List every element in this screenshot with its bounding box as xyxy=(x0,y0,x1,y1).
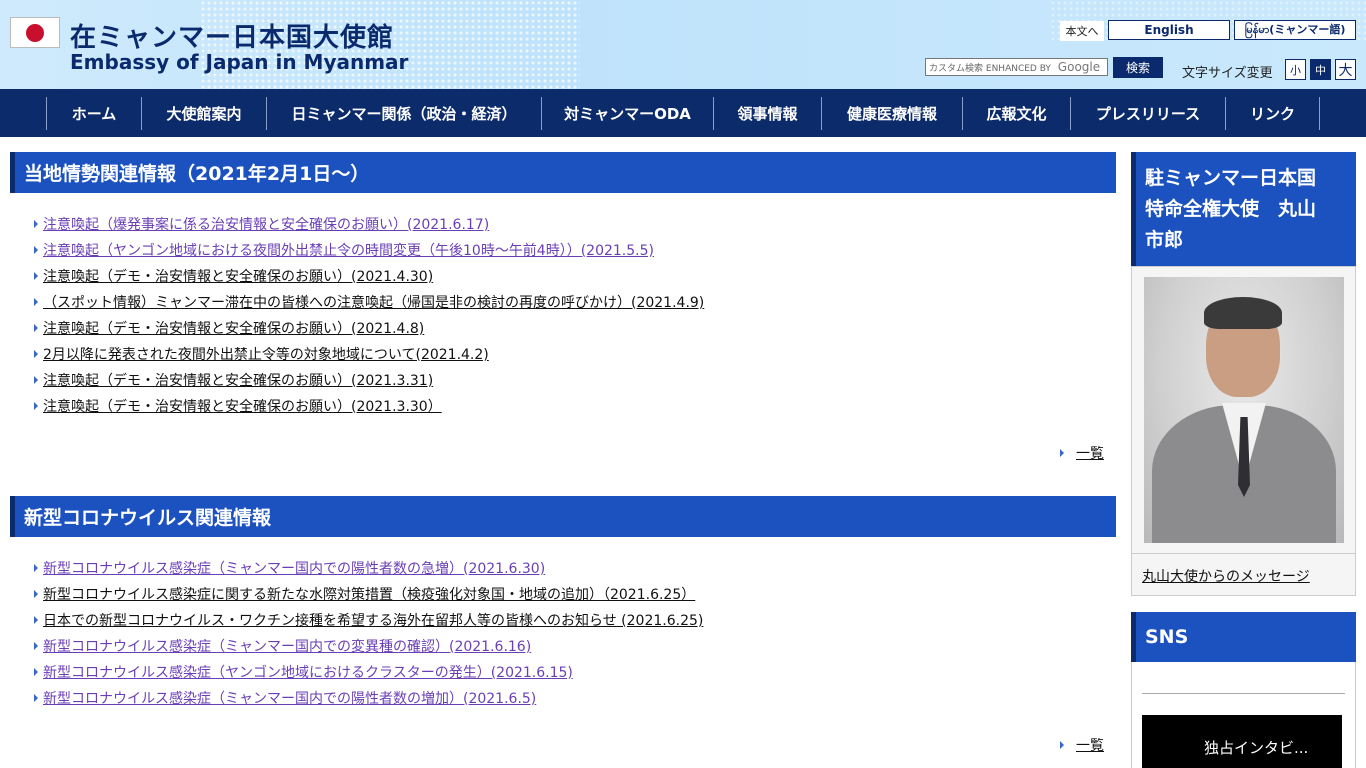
arrow-icon xyxy=(34,590,38,598)
news-link[interactable]: 注意喚起（ヤンゴン地域における夜間外出禁止令の時間変更（午後10時～午前4時））… xyxy=(43,240,654,260)
news-link[interactable]: 新型コロナウイルス感染症（ミャンマー国内での変異種の確認）(2021.6.16) xyxy=(43,636,531,656)
covid-more: 一覧 xyxy=(1060,735,1104,755)
list-item: 日本での新型コロナウイルス・ワクチン接種を希望する海外在留邦人等の皆様へのお知ら… xyxy=(34,607,703,633)
skip-to-content-link[interactable]: 本文へ xyxy=(1060,21,1104,41)
arrow-icon xyxy=(1060,449,1064,457)
news-link[interactable]: 注意喚起（爆発事案に係る治安情報と安全確保のお願い）(2021.6.17) xyxy=(43,214,489,234)
japan-flag-icon[interactable] xyxy=(10,17,60,48)
arrow-icon xyxy=(34,402,38,410)
myanmar-language-button[interactable]: မြန်မာ(ミャンマー語) xyxy=(1234,20,1356,40)
list-item: 新型コロナウイルス感染症（ミャンマー国内での変異種の確認）(2021.6.16) xyxy=(34,633,703,659)
arrow-icon xyxy=(34,616,38,624)
news-link[interactable]: （スポット情報）ミャンマー滞在中の皆様への注意喚起（帰国是非の検討の再度の呼びか… xyxy=(43,292,704,312)
arrow-icon xyxy=(1060,741,1064,749)
english-button[interactable]: English xyxy=(1108,20,1230,40)
news-link[interactable]: 新型コロナウイルス感染症（ミャンマー国内での陽性者数の増加）(2021.6.5) xyxy=(43,688,536,708)
arrow-icon xyxy=(34,298,38,306)
nav-oda[interactable]: 対ミャンマーODA xyxy=(541,97,713,130)
search-button[interactable]: 検索 xyxy=(1113,57,1163,78)
news-link[interactable]: 注意喚起（デモ・治安情報と安全確保のお願い）(2021.4.8) xyxy=(43,318,424,338)
nav-public-culture[interactable]: 広報文化 xyxy=(962,97,1070,130)
ambassador-heading: 駐ミャンマー日本国 特命全権大使 丸山 市郎 xyxy=(1131,152,1356,266)
news-link[interactable]: 注意喚起（デモ・治安情報と安全確保のお願い）(2021.4.30) xyxy=(43,266,433,286)
list-item: 新型コロナウイルス感染症（ヤンゴン地域におけるクラスターの発生）(2021.6.… xyxy=(34,659,703,685)
local-situation-list: 注意喚起（爆発事案に係る治安情報と安全確保のお願い）(2021.6.17) 注意… xyxy=(34,211,704,419)
section-covid-title: 新型コロナウイルス関連情報 xyxy=(10,496,1116,537)
search-input[interactable]: カスタム検索 ENHANCED BY Google xyxy=(925,58,1108,76)
arrow-icon xyxy=(34,220,38,228)
main-navigation: ホーム 大使館案内 日ミャンマー関係（政治・経済） 対ミャンマーODA 領事情報… xyxy=(0,89,1366,137)
font-size-large-button[interactable]: 大 xyxy=(1335,59,1356,80)
list-item: 新型コロナウイルス感染症（ミャンマー国内での陽性者数の増加）(2021.6.5) xyxy=(34,685,703,711)
site-title-en[interactable]: Embassy of Japan in Myanmar xyxy=(70,50,408,74)
site-header: 在ミャンマー日本国大使館 Embassy of Japan in Myanmar… xyxy=(0,0,1366,89)
arrow-icon xyxy=(34,668,38,676)
divider xyxy=(1142,693,1345,694)
local-situation-list-link[interactable]: 一覧 xyxy=(1076,443,1104,463)
list-item: （スポット情報）ミャンマー滞在中の皆様への注意喚起（帰国是非の検討の再度の呼びか… xyxy=(34,289,704,315)
nav-press-release[interactable]: プレスリリース xyxy=(1070,97,1225,130)
list-item: 新型コロナウイルス感染症に関する新たな水際対策措置（検疫強化対象国・地域の追加）… xyxy=(34,581,703,607)
font-size-small-button[interactable]: 小 xyxy=(1285,59,1306,80)
nav-links[interactable]: リンク xyxy=(1225,97,1320,130)
arrow-icon xyxy=(34,564,38,572)
search-powered-label: ENHANCED BY xyxy=(985,64,1051,74)
list-item: 注意喚起（デモ・治安情報と安全確保のお願い）(2021.4.30) xyxy=(34,263,704,289)
list-item: 注意喚起（ヤンゴン地域における夜間外出禁止令の時間変更（午後10時～午前4時））… xyxy=(34,237,704,263)
font-size-label: 文字サイズ変更 xyxy=(1182,66,1273,81)
sns-video-embed[interactable]: 独占インタビ... xyxy=(1142,715,1342,768)
ambassador-photo xyxy=(1144,277,1344,543)
nav-embassy-info[interactable]: 大使館案内 xyxy=(141,97,266,130)
nav-health-info[interactable]: 健康医療情報 xyxy=(821,97,962,130)
video-caption: 独占インタビ... xyxy=(1204,739,1309,757)
arrow-icon xyxy=(34,350,38,358)
ambassador-heading-line: 市郎 xyxy=(1145,229,1184,251)
ambassador-heading-line: 特命全権大使 丸山 xyxy=(1145,198,1317,220)
local-situation-more: 一覧 xyxy=(1060,443,1104,463)
font-size-medium-button[interactable]: 中 xyxy=(1310,59,1331,80)
news-link[interactable]: 注意喚起（デモ・治安情報と安全確保のお願い）(2021.3.31) xyxy=(43,370,433,390)
covid-list-link[interactable]: 一覧 xyxy=(1076,735,1104,755)
list-item: 2月以降に発表された夜間外出禁止令等の対象地域について(2021.4.2) xyxy=(34,341,704,367)
news-link[interactable]: 2月以降に発表された夜間外出禁止令等の対象地域について(2021.4.2) xyxy=(43,344,489,364)
news-link[interactable]: 新型コロナウイルス感染症（ミャンマー国内での陽性者数の急増）(2021.6.30… xyxy=(43,558,545,578)
list-item: 注意喚起（デモ・治安情報と安全確保のお願い）(2021.3.30） xyxy=(34,393,704,419)
list-item: 新型コロナウイルス感染症（ミャンマー国内での陽性者数の急増）(2021.6.30… xyxy=(34,555,703,581)
arrow-icon xyxy=(34,642,38,650)
site-title-ja[interactable]: 在ミャンマー日本国大使館 xyxy=(70,17,394,54)
google-logo: Google xyxy=(1057,60,1101,74)
arrow-icon xyxy=(34,246,38,254)
nav-home[interactable]: ホーム xyxy=(46,97,141,130)
list-item: 注意喚起（爆発事案に係る治安情報と安全確保のお願い）(2021.6.17) xyxy=(34,211,704,237)
section-local-situation-title: 当地情勢関連情報（2021年2月1日～） xyxy=(10,152,1116,193)
search-placeholder: カスタム検索 xyxy=(929,64,984,74)
covid-list: 新型コロナウイルス感染症（ミャンマー国内での陽性者数の急増）(2021.6.30… xyxy=(34,555,703,711)
sns-heading: SNS xyxy=(1131,612,1356,662)
arrow-icon xyxy=(34,324,38,332)
nav-consular-info[interactable]: 領事情報 xyxy=(713,97,821,130)
list-item: 注意喚起（デモ・治安情報と安全確保のお願い）(2021.4.8) xyxy=(34,315,704,341)
arrow-icon xyxy=(34,376,38,384)
ambassador-heading-line: 駐ミャンマー日本国 xyxy=(1145,167,1317,189)
news-link[interactable]: 日本での新型コロナウイルス・ワクチン接種を希望する海外在留邦人等の皆様へのお知ら… xyxy=(43,610,703,630)
divider xyxy=(1131,553,1356,554)
nav-japan-myanmar-relations[interactable]: 日ミャンマー関係（政治・経済） xyxy=(266,97,541,130)
ambassador-message-link[interactable]: 丸山大使からのメッセージ xyxy=(1142,566,1310,586)
arrow-icon xyxy=(34,694,38,702)
news-link[interactable]: 新型コロナウイルス感染症に関する新たな水際対策措置（検疫強化対象国・地域の追加）… xyxy=(43,584,695,604)
news-link[interactable]: 新型コロナウイルス感染症（ヤンゴン地域におけるクラスターの発生）(2021.6.… xyxy=(43,662,573,682)
list-item: 注意喚起（デモ・治安情報と安全確保のお願い）(2021.3.31) xyxy=(34,367,704,393)
arrow-icon xyxy=(34,272,38,280)
news-link[interactable]: 注意喚起（デモ・治安情報と安全確保のお願い）(2021.3.30） xyxy=(43,396,442,416)
